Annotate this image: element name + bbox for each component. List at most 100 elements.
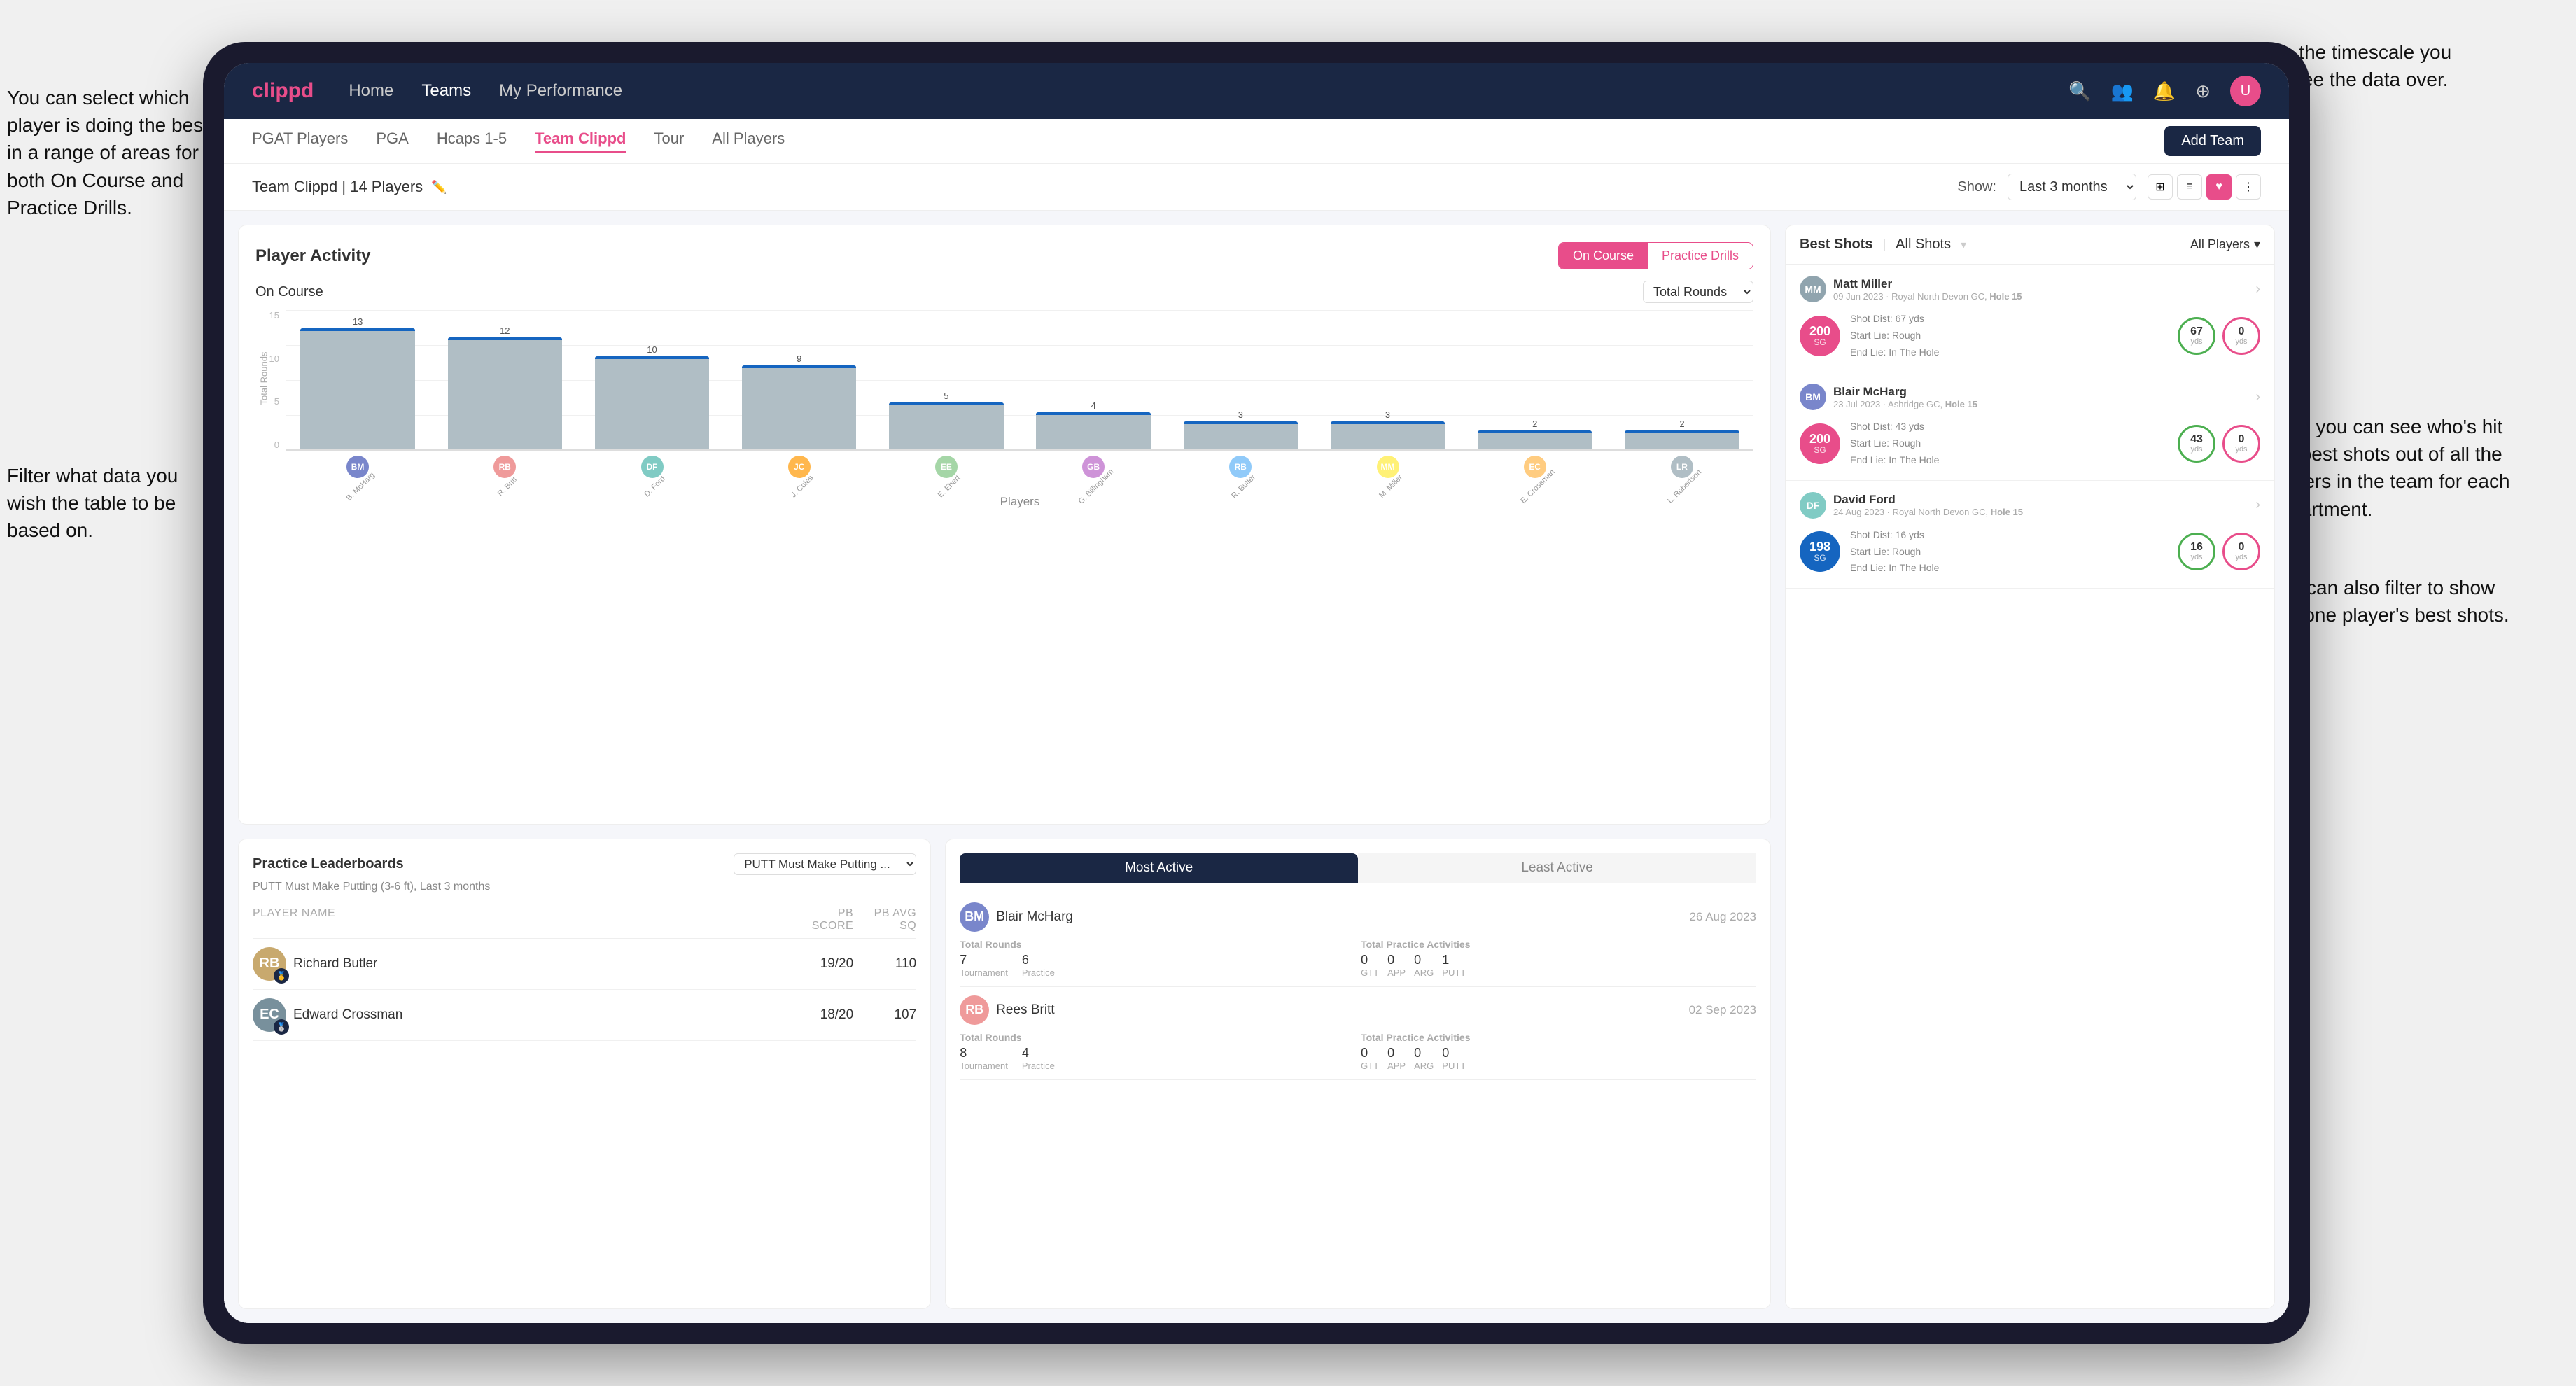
bar-top-line bbox=[300, 328, 414, 331]
bell-icon[interactable]: 🔔 bbox=[2153, 80, 2176, 102]
shot-player-name: David Ford bbox=[1833, 493, 2248, 507]
plus-circle-icon[interactable]: ⊕ bbox=[2195, 80, 2211, 102]
best-shots-panel: Best Shots | All Shots ▾ All Players ▾ bbox=[1785, 225, 2275, 1309]
annotation-player-select: You can select which player is doing the… bbox=[7, 84, 210, 221]
heart-view-button[interactable]: ♥ bbox=[2206, 174, 2232, 200]
subnav-tabs: PGAT Players PGA Hcaps 1-5 Team Clippd T… bbox=[252, 130, 2164, 153]
practice-activities-label: Total Practice Activities bbox=[1361, 1032, 1756, 1043]
col-player-name: PLAYER NAME bbox=[253, 907, 790, 932]
practice-header: Practice Leaderboards PUTT Must Make Put… bbox=[253, 853, 916, 875]
add-team-button[interactable]: Add Team bbox=[2164, 126, 2261, 156]
metric-val: 0 bbox=[2239, 326, 2245, 337]
activities-values: 0 GTT 0 APP bbox=[1361, 1046, 1756, 1071]
rounds-values: 8 Tournament 4 Practice bbox=[960, 1046, 1355, 1071]
edit-icon[interactable]: ✏️ bbox=[431, 180, 447, 195]
practice-drills-toggle[interactable]: Practice Drills bbox=[1648, 243, 1753, 269]
shot-player-name: Matt Miller bbox=[1833, 277, 2248, 291]
bar-chart-container: 13 12 10 9 5 4 3 3 bbox=[286, 310, 1754, 509]
avatar-small: EC E. Crossman bbox=[1464, 456, 1606, 492]
least-active-tab[interactable]: Least Active bbox=[1358, 853, 1756, 883]
metric-unit: yds bbox=[2190, 445, 2202, 454]
avatar-small: EE E. Ebert bbox=[875, 456, 1018, 492]
gtt-val: 0 bbox=[1361, 1046, 1379, 1060]
best-shots-tab[interactable]: Best Shots bbox=[1800, 237, 1872, 253]
active-player-header: RB Rees Britt 02 Sep 2023 bbox=[960, 995, 1756, 1025]
y-label-15: 15 bbox=[270, 310, 279, 321]
on-course-toggle[interactable]: On Course bbox=[1559, 243, 1648, 269]
team-name: Team Clippd | 14 Players ✏️ bbox=[252, 178, 447, 196]
active-player-name: Blair McHarg bbox=[996, 909, 1682, 925]
app-stat: 0 APP bbox=[1387, 953, 1406, 978]
bar-group: 3 bbox=[1316, 309, 1459, 449]
navbar-logo: clippd bbox=[252, 79, 314, 103]
arg-stat: 0 ARG bbox=[1414, 1046, 1434, 1071]
nav-my-performance[interactable]: My Performance bbox=[499, 81, 622, 101]
filter-label-text: All Players bbox=[2190, 237, 2250, 252]
shot-chevron-icon[interactable]: › bbox=[2255, 281, 2260, 298]
chart-sub-header: On Course Total Rounds bbox=[255, 281, 1754, 303]
tournament-val: 7 bbox=[960, 953, 1008, 967]
tournament-stat: 8 Tournament bbox=[960, 1046, 1008, 1071]
content-area: Player Activity On Course Practice Drill… bbox=[224, 211, 2289, 1323]
practice-filter-select[interactable]: PUTT Must Make Putting ... bbox=[734, 853, 916, 875]
tab-pga[interactable]: PGA bbox=[376, 130, 408, 153]
shot-player-header: MM Matt Miller 09 Jun 2023 · Royal North… bbox=[1800, 276, 2260, 302]
all-shots-tab[interactable]: All Shots bbox=[1896, 237, 1951, 253]
activities-values: 0 GTT 0 APP bbox=[1361, 953, 1756, 978]
tab-team-clippd[interactable]: Team Clippd bbox=[535, 130, 626, 153]
user-avatar[interactable]: U bbox=[2230, 76, 2261, 106]
people-icon[interactable]: 👥 bbox=[2110, 80, 2133, 102]
avatar-small: DF D. Ford bbox=[580, 456, 723, 492]
metric-circle-green: 67 yds bbox=[2178, 317, 2216, 355]
tournament-stat: 7 Tournament bbox=[960, 953, 1008, 978]
metric-val: 0 bbox=[2239, 542, 2245, 553]
practice-player-info: Edward Crossman bbox=[293, 1007, 790, 1023]
tab-all-players[interactable]: All Players bbox=[712, 130, 785, 153]
rank-badge: 🥇 bbox=[274, 968, 289, 983]
all-players-filter[interactable]: All Players ▾ bbox=[2190, 237, 2260, 252]
best-shots-header: Best Shots | All Shots ▾ All Players ▾ bbox=[1786, 225, 2274, 265]
metric-val: 43 bbox=[2190, 434, 2203, 445]
player-activity-panel: Player Activity On Course Practice Drill… bbox=[238, 225, 1771, 825]
bar-group: 12 bbox=[433, 309, 576, 449]
shot-chevron-icon[interactable]: › bbox=[2255, 497, 2260, 513]
timescale-select[interactable]: Last 3 months bbox=[2008, 174, 2136, 200]
bar bbox=[1036, 412, 1150, 449]
nav-teams[interactable]: Teams bbox=[421, 81, 471, 101]
shot-player-header: DF David Ford 24 Aug 2023 · Royal North … bbox=[1800, 492, 2260, 519]
chart-wrapper: 15 10 5 0 Total Rounds bbox=[255, 310, 1754, 509]
practice-subtitle: PUTT Must Make Putting (3-6 ft), Last 3 … bbox=[253, 881, 916, 893]
shot-card: BM Blair McHarg 23 Jul 2023 · Ashridge G… bbox=[1786, 372, 2274, 480]
active-avatar: BM bbox=[960, 902, 989, 932]
practice-activities-section: Total Practice Activities 0 GTT 0 bbox=[1361, 1032, 1756, 1071]
shot-info: Shot Dist: 43 yds Start Lie: Rough End L… bbox=[1850, 419, 2168, 468]
list-view-button[interactable]: ≡ bbox=[2177, 174, 2202, 200]
bar-value: 5 bbox=[944, 391, 948, 401]
shot-player-info: Blair McHarg 23 Jul 2023 · Ashridge GC, … bbox=[1833, 385, 2248, 410]
avatar-row: BM B. McHarg RB R. Britt DF D. Ford JC J… bbox=[286, 456, 1754, 492]
grid-view-button[interactable]: ⊞ bbox=[2148, 174, 2173, 200]
shot-location: 09 Jun 2023 · Royal North Devon GC, Hole… bbox=[1833, 291, 2248, 302]
pb-avg: 110 bbox=[860, 956, 916, 972]
bar-value: 10 bbox=[647, 344, 657, 355]
bar-group: 10 bbox=[580, 309, 723, 449]
total-rounds-label: Total Rounds bbox=[960, 1032, 1355, 1043]
metric-unit: yds bbox=[2190, 553, 2202, 561]
practice-row: RB 🥇 Richard Butler 19/20 110 bbox=[253, 939, 916, 990]
chart-filter-select[interactable]: Total Rounds bbox=[1643, 281, 1754, 303]
team-name-text: Team Clippd | 14 Players bbox=[252, 178, 423, 196]
tab-hcaps[interactable]: Hcaps 1-5 bbox=[437, 130, 507, 153]
metric-unit: yds bbox=[2235, 553, 2247, 561]
bar-value: 4 bbox=[1091, 400, 1096, 411]
nav-home[interactable]: Home bbox=[349, 81, 393, 101]
settings-view-button[interactable]: ⋮ bbox=[2236, 174, 2261, 200]
metric-circle-pink: 0 yds bbox=[2222, 425, 2260, 463]
shot-chevron-icon[interactable]: › bbox=[2255, 389, 2260, 405]
tab-pgat-players[interactable]: PGAT Players bbox=[252, 130, 348, 153]
active-stats: Total Rounds 7 Tournament 6 bbox=[960, 939, 1756, 978]
most-active-tab[interactable]: Most Active bbox=[960, 853, 1358, 883]
search-icon[interactable]: 🔍 bbox=[2068, 80, 2091, 102]
tab-tour[interactable]: Tour bbox=[654, 130, 684, 153]
arg-val: 0 bbox=[1414, 1046, 1434, 1060]
tablet-frame: clippd Home Teams My Performance 🔍 👥 🔔 ⊕… bbox=[203, 42, 2310, 1344]
